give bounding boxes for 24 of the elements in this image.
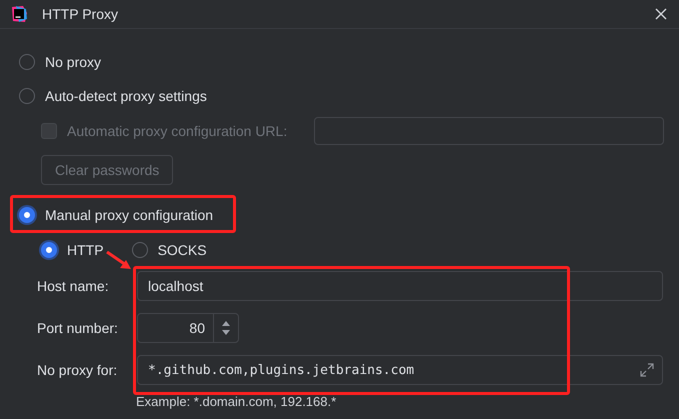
close-icon[interactable] [655, 8, 667, 20]
radio-button[interactable] [19, 88, 35, 104]
checkbox-label: Automatic proxy configuration URL: [67, 123, 288, 139]
example-hint: Example: *.domain.com, 192.168.* [135, 394, 338, 409]
field-label: Port number: [36, 320, 119, 336]
no-proxy-field[interactable]: *.github.com,plugins.jetbrains.com [137, 355, 663, 385]
field-label: Host name: [36, 278, 110, 294]
radio-button[interactable] [41, 242, 57, 258]
radio-label: Manual proxy configuration [45, 207, 214, 223]
radio-button[interactable] [132, 242, 148, 258]
app-logo-icon [10, 5, 28, 23]
annotation-arrow [106, 251, 132, 271]
port-spinner[interactable]: 80 [137, 313, 239, 343]
radio-button[interactable] [19, 54, 35, 70]
radio-label: Auto-detect proxy settings [45, 88, 207, 104]
radio-button[interactable] [19, 207, 35, 223]
window-title: HTTP Proxy [42, 6, 119, 22]
radio-label: HTTP [67, 242, 104, 258]
host-field[interactable]: localhost [137, 271, 663, 301]
url-field[interactable] [314, 117, 664, 145]
field-label: No proxy for: [36, 362, 118, 378]
radio-label: SOCKS [158, 242, 207, 258]
expand-icon[interactable] [640, 363, 654, 377]
radio-label: No proxy [45, 54, 102, 70]
